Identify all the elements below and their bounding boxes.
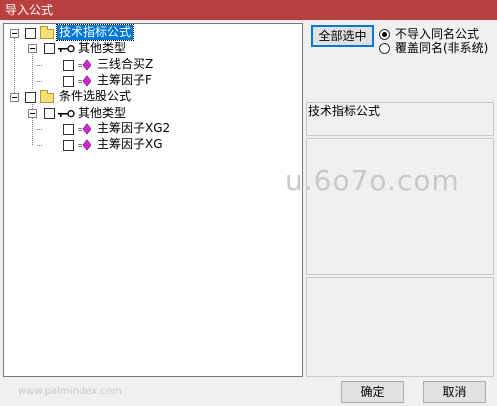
- tree-node-technical-indicators[interactable]: 技术指标公式: [4, 24, 184, 41]
- formula-icon: [78, 139, 91, 151]
- overwrite-same-name-radio[interactable]: [379, 43, 390, 54]
- tree-leaf-formula[interactable]: 主筹因子XG2: [4, 121, 184, 137]
- title-bar: 导入公式: [0, 0, 497, 20]
- tree-leaf-formula[interactable]: 主筹因子F: [4, 73, 184, 89]
- formula-description-box: [306, 138, 494, 275]
- node-checkbox[interactable]: [63, 60, 74, 71]
- cancel-button[interactable]: 取消: [423, 381, 486, 403]
- formula-name-display: 技术指标公式: [306, 102, 494, 136]
- node-checkbox[interactable]: [44, 43, 55, 54]
- node-label: 主筹因子XG2: [97, 121, 171, 135]
- node-checkbox[interactable]: [63, 140, 74, 151]
- folder-icon: [40, 26, 54, 39]
- folder-icon: [40, 90, 54, 103]
- node-label: 三线合买Z: [97, 57, 154, 71]
- ok-button[interactable]: 确定: [341, 381, 404, 403]
- collapse-toggle[interactable]: [10, 93, 19, 102]
- tree-node-other-types[interactable]: 其他类型: [4, 40, 184, 56]
- collapse-toggle[interactable]: [28, 109, 37, 118]
- tree-leaf-formula[interactable]: 三线合买Z: [4, 57, 184, 73]
- formula-icon: [78, 123, 91, 135]
- node-label: 主筹因子XG: [97, 137, 163, 151]
- window-title: 导入公式: [5, 3, 54, 17]
- collapse-toggle[interactable]: [28, 44, 37, 53]
- node-checkbox[interactable]: [63, 124, 74, 135]
- node-label[interactable]: 技术指标公式: [55, 24, 135, 41]
- footer-watermark: www.palmindex.com: [18, 386, 122, 397]
- formula-name-text: 技术指标公式: [308, 104, 381, 118]
- key-icon: [58, 45, 75, 53]
- no-import-same-name-radio[interactable]: [379, 29, 390, 40]
- tree-leaf-formula[interactable]: 主筹因子XG: [4, 137, 184, 153]
- no-import-same-name-label[interactable]: 不导入同名公式: [395, 27, 479, 41]
- overwrite-same-name-label[interactable]: 覆盖同名(非系统): [395, 41, 488, 55]
- formula-icon: [78, 59, 91, 71]
- key-icon: [58, 110, 75, 118]
- tree-node-screening-formulas[interactable]: 条件选股公式: [4, 89, 184, 105]
- node-label: 主筹因子F: [97, 73, 152, 87]
- formula-icon: [78, 75, 91, 87]
- node-checkbox[interactable]: [25, 92, 36, 103]
- node-checkbox[interactable]: [44, 108, 55, 119]
- formula-tree[interactable]: 技术指标公式 其他类型 三线合买Z 主筹因子F 条件选股公式 其他类型 主筹因子…: [3, 23, 303, 377]
- watermark: u.6o7o.com: [285, 164, 460, 197]
- formula-params-box: [306, 277, 494, 377]
- node-label: 其他类型: [78, 41, 127, 55]
- select-all-button[interactable]: 全部选中: [311, 25, 374, 47]
- node-label: 其他类型: [78, 106, 127, 120]
- collapse-toggle[interactable]: [10, 29, 19, 38]
- node-checkbox[interactable]: [63, 76, 74, 87]
- tree-node-other-types[interactable]: 其他类型: [4, 105, 184, 121]
- node-checkbox[interactable]: [25, 28, 36, 39]
- node-label[interactable]: 条件选股公式: [59, 89, 131, 104]
